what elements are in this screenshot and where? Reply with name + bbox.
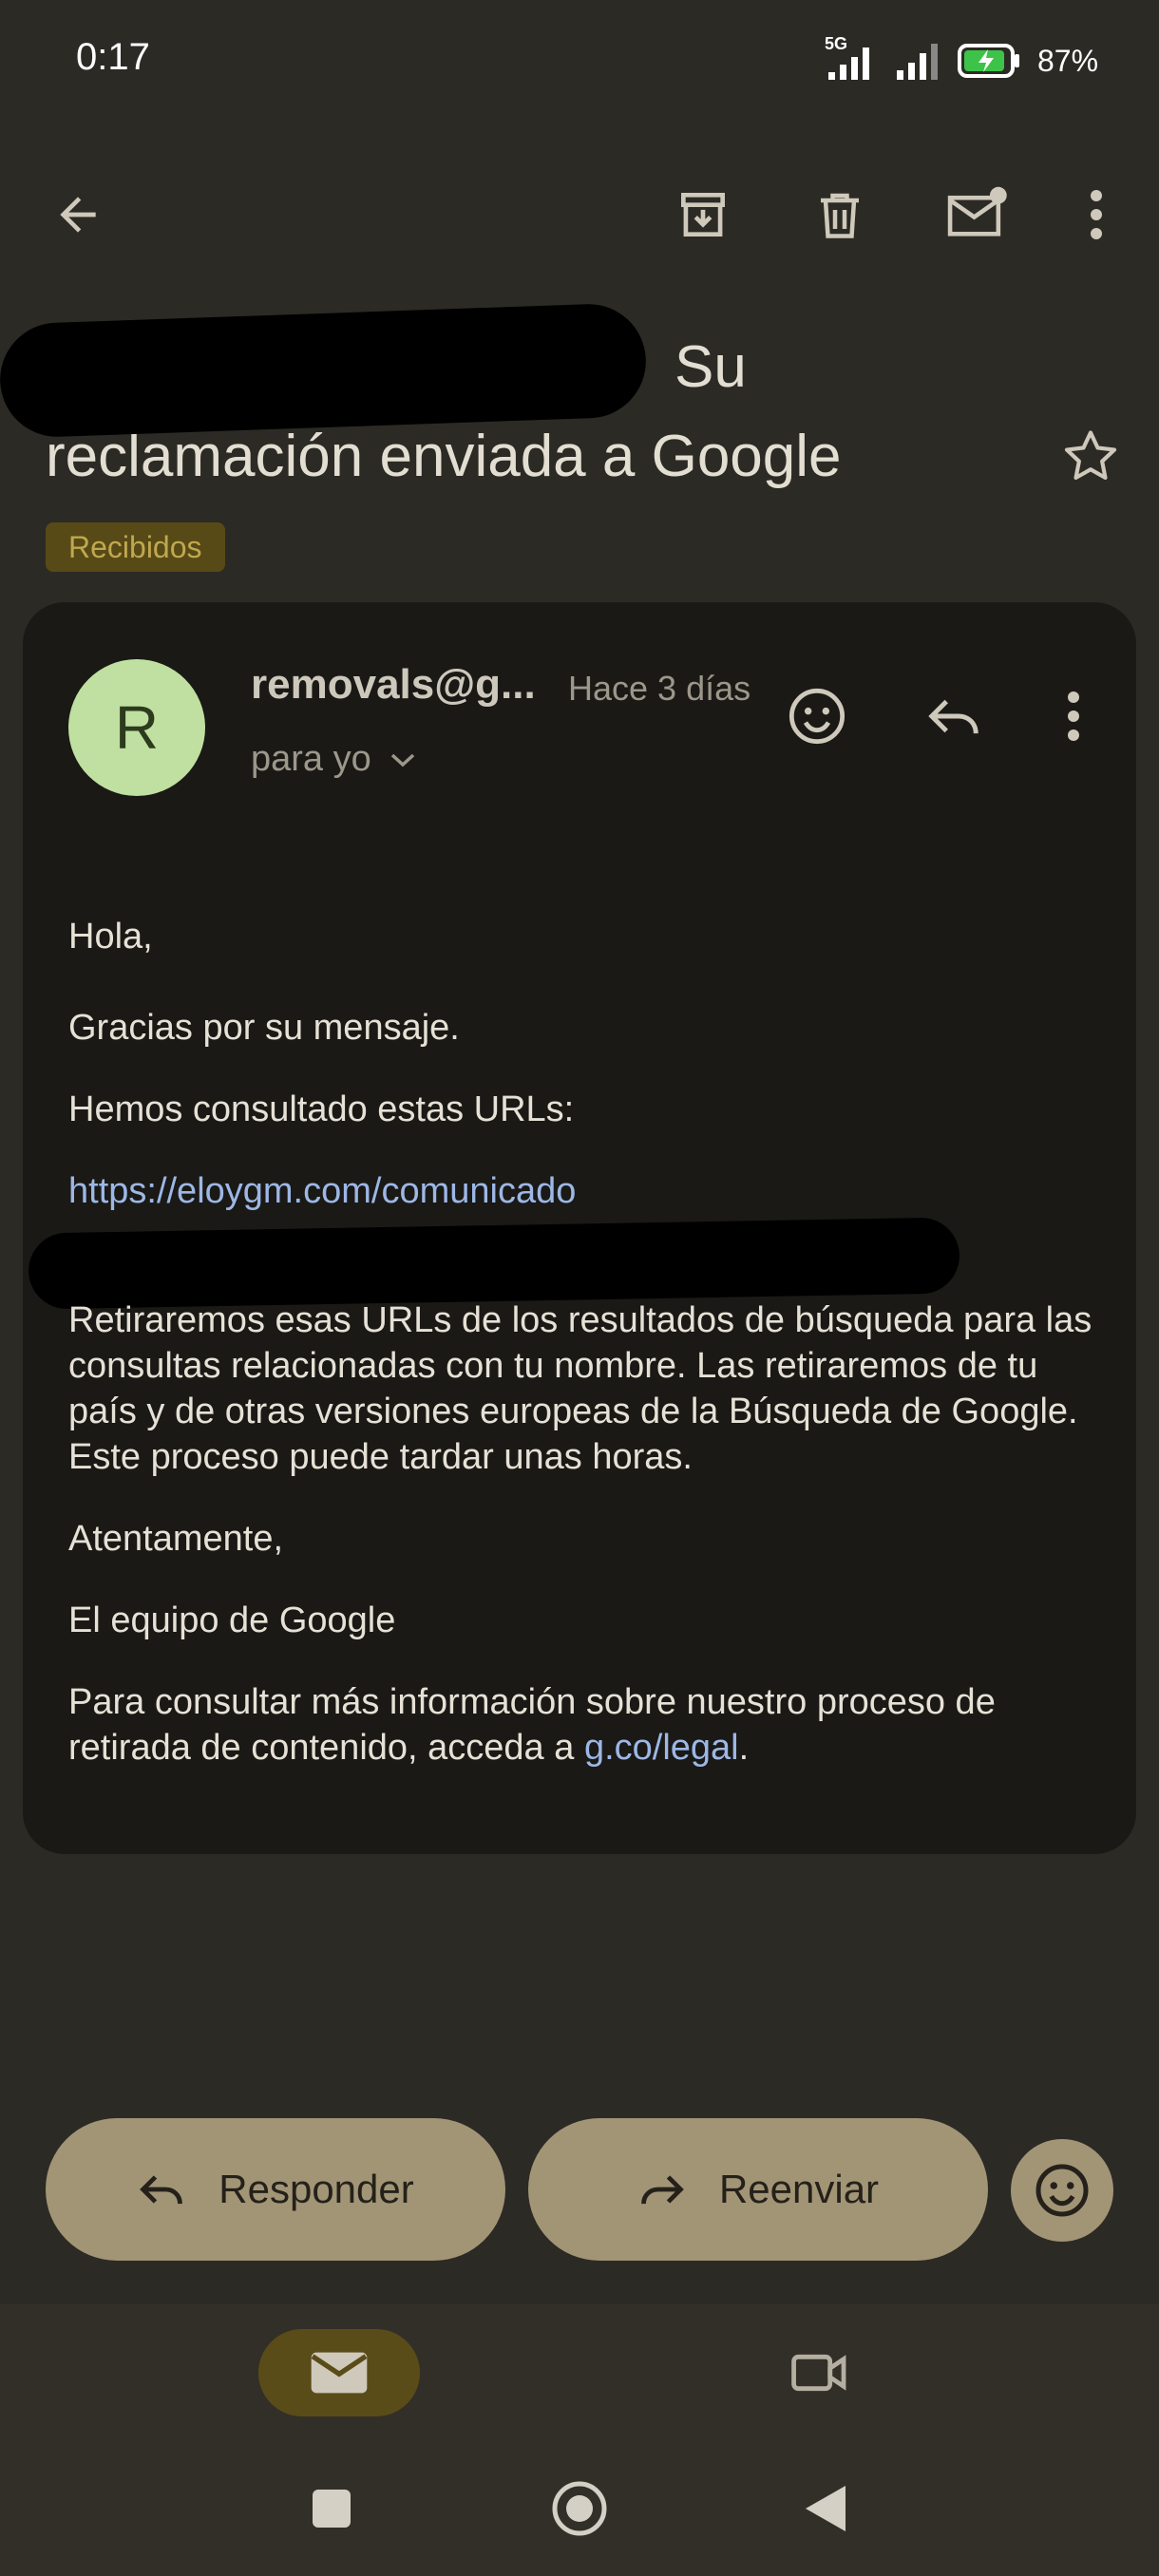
network-type-label: 5G xyxy=(825,34,848,53)
forward-label: Reenviar xyxy=(718,2167,880,2211)
archive-icon xyxy=(681,193,725,237)
status-time: 0:17 xyxy=(76,36,150,78)
body-greeting: Hola, xyxy=(68,917,153,957)
react-button[interactable] xyxy=(781,680,853,752)
mark-unread-button[interactable] xyxy=(942,180,1011,249)
message-time: Hace 3 días xyxy=(568,669,751,708)
emoji-icon xyxy=(1036,2164,1089,2217)
mail-unread-icon xyxy=(947,186,1007,237)
reply-label: Responder xyxy=(218,2167,414,2211)
status-indicators: 5G 87% xyxy=(825,34,1099,85)
reply-button[interactable]: Responder xyxy=(46,2118,505,2261)
body-info-end: . xyxy=(738,1728,750,1768)
reply-icon xyxy=(928,699,978,734)
sender-name[interactable]: removals@g... xyxy=(251,661,536,709)
emoji-reaction-button[interactable] xyxy=(1011,2139,1113,2242)
square-icon xyxy=(313,2490,351,2528)
forward-icon xyxy=(641,2175,684,2205)
body-closing: Atentamente, xyxy=(68,1519,284,1559)
arrow-left-icon xyxy=(60,197,96,233)
system-back-button[interactable] xyxy=(783,2475,868,2542)
body-signature: El equipo de Google xyxy=(68,1601,396,1640)
trash-icon xyxy=(821,193,859,238)
home-button[interactable] xyxy=(537,2475,622,2542)
redaction-mark xyxy=(28,1217,960,1310)
nav-mail[interactable] xyxy=(258,2329,420,2416)
back-button[interactable] xyxy=(44,180,112,249)
battery-percent: 87% xyxy=(1037,43,1099,78)
recipient-toggle[interactable]: para yo xyxy=(251,739,417,780)
reply-icon xyxy=(140,2175,183,2205)
recents-button[interactable] xyxy=(289,2475,374,2542)
delete-button[interactable] xyxy=(806,180,874,249)
body-info: Para consultar más información sobre nue… xyxy=(68,1679,1104,1771)
label-chip[interactable]: Recibidos xyxy=(46,522,225,572)
more-vert-icon xyxy=(1091,190,1102,239)
message-more-button[interactable] xyxy=(1037,680,1110,752)
redaction-mark xyxy=(0,302,648,439)
body-paragraph: Retiraremos esas URLs de los resultados … xyxy=(68,1300,1092,1477)
star-icon xyxy=(1064,430,1117,481)
triangle-back-icon xyxy=(806,2486,846,2531)
chevron-down-icon xyxy=(390,753,414,767)
body-url-link[interactable]: https://eloygm.com/comunicado xyxy=(68,1168,1104,1214)
recipient-label: para yo xyxy=(251,739,371,779)
battery-charging-icon xyxy=(958,44,1019,78)
archive-button[interactable] xyxy=(669,180,737,249)
legal-link[interactable]: g.co/legal xyxy=(584,1728,739,1768)
forward-button[interactable]: Reenviar xyxy=(528,2118,988,2261)
body-urls-intro: Hemos consultado estas URLs: xyxy=(68,1089,575,1129)
body-info-text: Para consultar más información sobre nue… xyxy=(68,1682,996,1768)
body-thanks: Gracias por su mensaje. xyxy=(68,1008,460,1048)
nav-meet[interactable] xyxy=(777,2329,863,2416)
more-vert-icon xyxy=(1068,691,1079,741)
avatar[interactable]: R xyxy=(68,659,205,796)
signal-5g-icon: 5G xyxy=(825,34,878,82)
more-options-button[interactable] xyxy=(1062,180,1130,249)
star-button[interactable] xyxy=(1054,420,1127,492)
signal-icon xyxy=(897,44,938,80)
reply-icon-button[interactable] xyxy=(918,680,990,752)
mail-icon xyxy=(311,2352,368,2394)
video-icon xyxy=(791,2354,846,2392)
emoji-icon xyxy=(788,688,846,745)
circle-icon xyxy=(552,2481,607,2536)
